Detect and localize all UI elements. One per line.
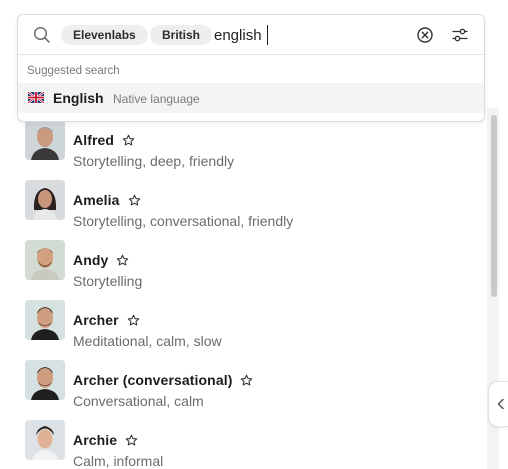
scrollbar-thumb[interactable] [491,115,497,297]
avatar [25,300,65,340]
suggestion-meta: Native language [113,92,200,106]
voice-name: Andy [73,252,109,268]
filter-chip-elevenlabs[interactable]: Elevenlabs [61,25,148,45]
text-caret [267,25,268,45]
voice-name: Archer (conversational) [73,372,233,388]
voice-list: Alfred Storytelling, deep, friendly Amel… [0,110,486,469]
avatar [25,420,65,460]
voice-description: Storytelling, deep, friendly [73,153,235,169]
voice-row-andy[interactable]: Andy Storytelling [25,240,465,300]
voice-row-alfred[interactable]: Alfred Storytelling, deep, friendly [25,120,465,180]
panel-toggle-button[interactable] [488,381,508,427]
avatar [25,240,65,280]
voice-name: Archie [73,432,118,448]
filter-settings-icon[interactable] [451,26,469,44]
search-icon [33,26,50,43]
voice-description: Storytelling [73,273,143,289]
avatar [25,120,65,160]
uk-flag-icon [28,92,44,103]
voice-name: Amelia [73,192,120,208]
voice-row-archie[interactable]: Archie Calm, informal [25,420,465,469]
voice-row-amelia[interactable]: Amelia Storytelling, conversational, fri… [25,180,465,240]
search-dropdown: Elevenlabs British Suggested search Engl… [17,14,485,122]
voice-description: Conversational, calm [73,393,204,409]
voice-row-archer-conversational[interactable]: Archer (conversational) Conversational, … [25,360,465,420]
voice-name: Archer [73,312,119,328]
star-icon[interactable] [122,134,135,147]
voice-description: Storytelling, conversational, friendly [73,213,294,229]
search-bar: Elevenlabs British [18,15,484,55]
voice-name: Alfred [73,132,115,148]
voice-description: Meditational, calm, slow [73,333,222,349]
chevron-left-icon [497,398,504,410]
suggestion-item-english[interactable]: English Native language [18,83,484,113]
suggestion-language: English [53,90,104,106]
star-icon[interactable] [116,254,129,267]
filter-chip-british[interactable]: British [150,25,213,45]
star-icon[interactable] [128,194,141,207]
star-icon[interactable] [125,434,138,447]
voice-description: Calm, informal [73,453,164,469]
search-input[interactable] [214,23,404,47]
suggested-search-heading: Suggested search [27,65,120,77]
voice-row-archer[interactable]: Archer Meditational, calm, slow [25,300,465,360]
star-icon[interactable] [240,374,253,387]
clear-icon[interactable] [416,26,434,44]
avatar [25,180,65,220]
star-icon[interactable] [127,314,140,327]
avatar [25,360,65,400]
